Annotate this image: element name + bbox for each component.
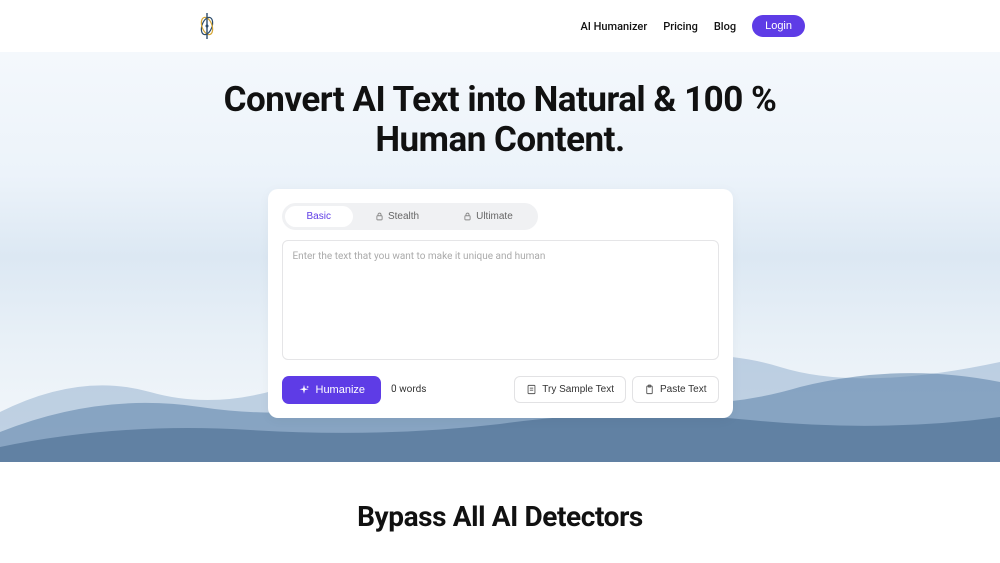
hero-title: Convert AI Text into Natural & 100 % Hum… [224, 80, 777, 161]
tab-basic[interactable]: Basic [285, 206, 353, 227]
login-button[interactable]: Login [752, 15, 805, 37]
lock-icon [463, 212, 472, 221]
logo[interactable] [195, 11, 219, 41]
sparkle-icon [298, 384, 310, 396]
detectors-title: Bypass All AI Detectors [0, 500, 1000, 533]
actions-left: Humanize 0 words [282, 376, 427, 404]
nav-pricing[interactable]: Pricing [663, 20, 698, 33]
actions-bar: Humanize 0 words Try Sample Text [282, 376, 719, 404]
mode-tabs: Basic Stealth Ultimate [282, 203, 538, 230]
document-icon [526, 384, 537, 395]
lock-icon [375, 212, 384, 221]
detectors-section: Bypass All AI Detectors [0, 462, 1000, 533]
nav-humanizer[interactable]: AI Humanizer [580, 20, 647, 33]
nav-blog[interactable]: Blog [714, 20, 736, 33]
header: AI Humanizer Pricing Blog Login [0, 0, 1000, 52]
word-count: 0 words [391, 384, 426, 395]
text-input[interactable] [282, 240, 719, 360]
tab-ultimate[interactable]: Ultimate [441, 206, 535, 227]
humanize-button[interactable]: Humanize [282, 376, 382, 404]
tab-stealth[interactable]: Stealth [353, 206, 441, 227]
sample-text-button[interactable]: Try Sample Text [514, 376, 626, 403]
clipboard-icon [644, 384, 655, 395]
nav: AI Humanizer Pricing Blog Login [580, 15, 805, 37]
paste-text-button[interactable]: Paste Text [632, 376, 719, 403]
tool-card: Basic Stealth Ultimate [268, 189, 733, 418]
hero-section: Convert AI Text into Natural & 100 % Hum… [0, 52, 1000, 462]
actions-right: Try Sample Text Paste Text [514, 376, 718, 403]
